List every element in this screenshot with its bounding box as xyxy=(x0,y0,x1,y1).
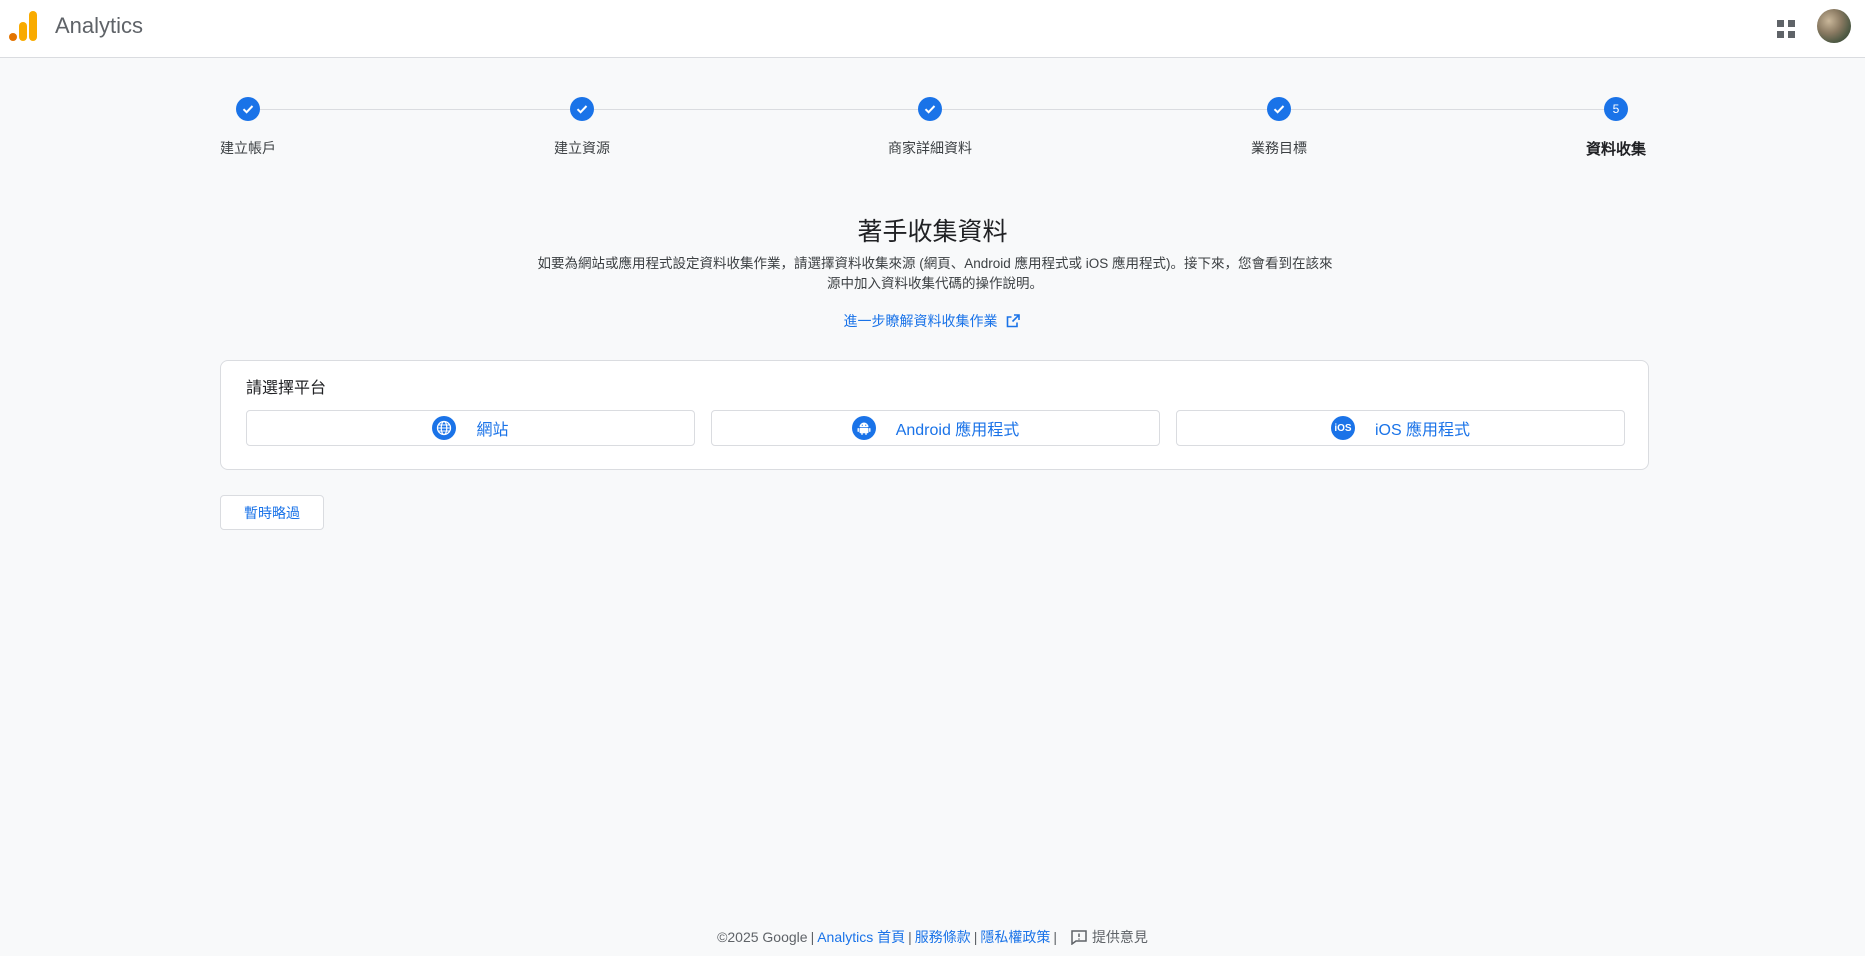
step-4-check-icon xyxy=(1267,97,1291,121)
step-1-check-icon xyxy=(236,97,260,121)
learn-more-row: 進一步瞭解資料收集作業 xyxy=(0,311,1865,331)
footer-link-analytics-home[interactable]: Analytics 首頁 xyxy=(817,929,905,945)
web-platform-button[interactable]: 網站 xyxy=(246,410,695,446)
footer-link-terms[interactable]: 服務條款 xyxy=(915,929,971,945)
footer-link-privacy[interactable]: 隱私權政策 xyxy=(980,929,1050,945)
step-connector xyxy=(1291,109,1616,110)
learn-more-link-text: 進一步瞭解資料收集作業 xyxy=(843,313,998,329)
footer: ©2025 Google | Analytics 首頁 | 服務條款 | 隱私權政策 | 提供… xyxy=(717,929,1148,945)
skip-for-now-button[interactable]: 暫時略過 xyxy=(220,495,324,530)
feedback-button[interactable]: 提供意見 xyxy=(1064,929,1148,945)
step-label: 商家詳細資料 xyxy=(888,140,972,156)
step-label: 建立帳戶 xyxy=(220,140,276,156)
globe-icon xyxy=(432,416,457,440)
feedback-icon xyxy=(1071,930,1087,945)
setup-stepper: 5 建立帳戶 建立資源 商家詳細資料 業務目標 資料收集 xyxy=(0,0,1865,170)
step-connector xyxy=(260,109,574,110)
page-title: 著手收集資料 xyxy=(857,218,1008,246)
android-platform-label: Android 應用程式 xyxy=(895,422,1020,439)
platform-card: 請選擇平台 網站 Android 應用程式 iOS iOS 應用程式 xyxy=(220,360,1649,470)
step-label: 業務目標 xyxy=(1251,140,1307,156)
feedback-label: 提供意見 xyxy=(1091,929,1148,945)
step-label-active: 資料收集 xyxy=(1585,141,1647,158)
step-3-check-icon xyxy=(918,97,942,121)
ios-platform-button[interactable]: iOS iOS 應用程式 xyxy=(1176,410,1625,446)
step-label: 建立資源 xyxy=(554,140,610,156)
ios-icon: iOS xyxy=(1330,416,1355,440)
platform-card-title: 請選擇平台 xyxy=(246,380,327,397)
page-description: 如要為網站或應用程式設定資料收集作業，請選擇資料收集來源 (網頁、Android… xyxy=(537,256,1333,291)
android-platform-button[interactable]: Android 應用程式 xyxy=(711,410,1160,446)
step-connector xyxy=(942,109,1279,110)
android-icon xyxy=(851,416,876,440)
step-connector xyxy=(594,109,930,110)
footer-copyright: ©2025 Google xyxy=(717,929,808,945)
open-in-new-icon[interactable] xyxy=(1005,313,1021,329)
web-platform-label: 網站 xyxy=(476,422,509,439)
ios-icon-text: iOS xyxy=(1334,422,1352,434)
ios-platform-label: iOS 應用程式 xyxy=(1374,422,1471,439)
step-2-check-icon xyxy=(570,97,594,121)
learn-more-link[interactable]: 進一步瞭解資料收集作業 xyxy=(844,313,998,329)
step-5-number: 5 xyxy=(1604,97,1628,121)
